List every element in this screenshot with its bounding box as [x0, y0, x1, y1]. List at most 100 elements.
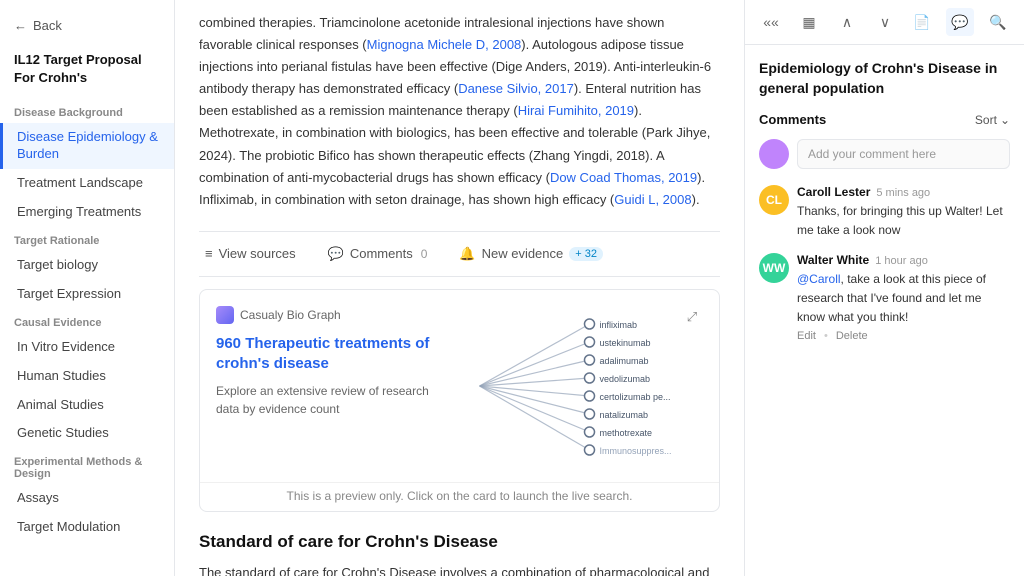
sidebar-item-disease-epidemiology[interactable]: Disease Epidemiology & Burden: [0, 123, 174, 169]
bio-graph-title: 960 Therapeutic treatments of crohn's di…: [216, 334, 440, 375]
svg-text:Immunosuppres...: Immunosuppres...: [600, 446, 672, 456]
comments-section-label: Comments: [759, 112, 826, 127]
link-danese[interactable]: Danese Silvio, 2017: [458, 81, 574, 96]
sources-icon: ≡: [205, 246, 213, 261]
sort-label: Sort: [975, 113, 997, 127]
sidebar-section-causal-evidence: Causal Evidence: [0, 309, 174, 333]
chat-icon[interactable]: 💬: [946, 8, 974, 36]
walter-author: Walter White: [797, 253, 869, 267]
sidebar-section-experimental: Experimental Methods & Design: [0, 448, 174, 484]
sidebar: ← Back IL12 Target Proposal For Crohn's …: [0, 0, 175, 576]
view-sources-label: View sources: [219, 246, 296, 261]
sort-chevron-icon: ⌄: [1000, 113, 1010, 127]
new-evidence-label: New evidence: [482, 246, 564, 261]
sidebar-item-genetic-studies[interactable]: Genetic Studies: [0, 419, 174, 448]
toolbar-icons-right: 📄 💬 🔍: [908, 8, 1012, 36]
svg-text:natalizumab: natalizumab: [600, 410, 649, 420]
sidebar-item-treatment-landscape[interactable]: Treatment Landscape: [0, 169, 174, 198]
sidebar-item-human-studies[interactable]: Human Studies: [0, 362, 174, 391]
sidebar-item-in-vitro[interactable]: In Vitro Evidence: [0, 333, 174, 362]
walter-avatar-initials: WW: [763, 261, 786, 275]
comment-item-caroll: CL Caroll Lester 5 mins ago Thanks, for …: [759, 185, 1010, 239]
comment-bubble-icon: 💬: [328, 246, 344, 262]
body-text-1: combined therapies. Triamcinolone aceton…: [199, 0, 720, 223]
walter-avatar: WW: [759, 253, 789, 283]
link-hirai[interactable]: Hirai Fumihito, 2019: [518, 103, 634, 118]
delete-comment-button[interactable]: Delete: [836, 330, 868, 342]
sidebar-item-target-expression[interactable]: Target Expression: [0, 280, 174, 309]
caroll-comment-text: Thanks, for bringing this up Walter! Let…: [797, 202, 1010, 239]
comment-input[interactable]: Add your comment here: [797, 139, 1010, 169]
walter-mention: @Caroll: [797, 272, 841, 286]
caroll-author: Caroll Lester: [797, 185, 870, 199]
sidebar-title: IL12 Target Proposal For Crohn's: [0, 47, 174, 99]
right-panel-title: Epidemiology of Crohn's Disease in gener…: [759, 59, 1010, 98]
walter-comment-actions: Edit • Delete: [797, 330, 1010, 342]
svg-text:certolizumab pe...: certolizumab pe...: [600, 392, 671, 402]
comments-button[interactable]: 💬 Comments 0: [322, 242, 434, 266]
svg-text:ustekinumab: ustekinumab: [600, 338, 651, 348]
svg-text:adalimumab: adalimumab: [600, 356, 649, 366]
comment-item-walter: WW Walter White 1 hour ago @Caroll, take…: [759, 253, 1010, 342]
right-panel: «« ▦ ∧ ∨ 📄 💬 🔍 Epidemiology of Crohn's D…: [744, 0, 1024, 576]
search-icon[interactable]: 🔍: [984, 8, 1012, 36]
sidebar-item-target-biology[interactable]: Target biology: [0, 251, 174, 280]
funnel-chart: infliximab ustekinumab adalimumab vedoli…: [456, 306, 703, 466]
caroll-avatar: CL: [759, 185, 789, 215]
back-arrow-icon: ←: [14, 18, 27, 33]
sidebar-item-target-modulation[interactable]: Target Modulation: [0, 513, 174, 542]
document-icon[interactable]: 📄: [908, 8, 936, 36]
new-evidence-button[interactable]: 🔔 New evidence + 32: [453, 242, 609, 266]
bio-graph-logo-text: Casualy Bio Graph: [240, 308, 341, 322]
action-bar: ≡ View sources 💬 Comments 0 🔔 New eviden…: [199, 231, 720, 277]
svg-text:vedolizumab: vedolizumab: [600, 374, 651, 384]
walter-comment-body: Walter White 1 hour ago @Caroll, take a …: [797, 253, 1010, 342]
sort-button[interactable]: Sort ⌄: [975, 113, 1010, 127]
standard-of-care-text: The standard of care for Crohn's Disease…: [199, 562, 720, 576]
chevron-up-icon[interactable]: ∧: [833, 8, 861, 36]
right-toolbar: «« ▦ ∧ ∨ 📄 💬 🔍: [745, 0, 1024, 45]
caroll-avatar-initials: CL: [766, 193, 782, 207]
comments-header: Comments Sort ⌄: [759, 112, 1010, 127]
bio-graph-description: Explore an extensive review of research …: [216, 382, 440, 418]
view-sources-button[interactable]: ≡ View sources: [199, 242, 302, 265]
sidebar-item-animal-studies[interactable]: Animal Studies: [0, 391, 174, 420]
bio-graph-card[interactable]: Casualy Bio Graph 960 Therapeutic treatm…: [199, 289, 720, 512]
caroll-comment-meta: Caroll Lester 5 mins ago: [797, 185, 1010, 199]
back-button[interactable]: ← Back: [0, 12, 174, 39]
walter-comment-time: 1 hour ago: [875, 255, 928, 267]
link-mignogna[interactable]: Mignogna Michele D, 2008: [367, 37, 522, 52]
bio-graph-visualization: ⤢: [456, 306, 703, 466]
comment-input-row: Add your comment here: [759, 139, 1010, 169]
sidebar-section-target-rationale: Target Rationale: [0, 227, 174, 251]
right-content: Epidemiology of Crohn's Disease in gener…: [745, 45, 1024, 576]
sidebar-item-emerging-treatments[interactable]: Emerging Treatments: [0, 198, 174, 227]
action-separator: •: [824, 330, 828, 342]
walter-comment-meta: Walter White 1 hour ago: [797, 253, 1010, 267]
sidebar-item-assays[interactable]: Assays: [0, 484, 174, 513]
chevron-down-icon[interactable]: ∨: [871, 8, 899, 36]
svg-text:methotrexate: methotrexate: [600, 428, 653, 438]
columns-icon[interactable]: ▦: [795, 8, 823, 36]
new-evidence-badge: + 32: [569, 247, 603, 261]
expand-icon[interactable]: ⤢: [681, 306, 703, 328]
bio-graph-logo: Casualy Bio Graph: [216, 306, 440, 324]
standard-of-care-heading: Standard of care for Crohn's Disease: [199, 532, 720, 552]
edit-comment-button[interactable]: Edit: [797, 330, 816, 342]
sidebar-section-disease-background: Disease Background: [0, 99, 174, 123]
comments-count-badge: 0: [421, 247, 428, 261]
bell-icon: 🔔: [459, 246, 475, 262]
svg-text:infliximab: infliximab: [600, 320, 638, 330]
back-label: Back: [33, 18, 62, 33]
caroll-comment-time: 5 mins ago: [876, 187, 930, 199]
bio-graph-info: Casualy Bio Graph 960 Therapeutic treatm…: [216, 306, 456, 466]
comments-label: Comments: [350, 246, 413, 261]
caroll-comment-body: Caroll Lester 5 mins ago Thanks, for bri…: [797, 185, 1010, 239]
casualy-logo-icon: [216, 306, 234, 324]
walter-comment-text: @Caroll, take a look at this piece of re…: [797, 270, 1010, 326]
collapse-sidebar-icon[interactable]: ««: [757, 8, 785, 36]
main-content: combined therapies. Triamcinolone aceton…: [175, 0, 744, 576]
link-guidi[interactable]: Guidi L, 2008: [614, 192, 691, 207]
current-user-avatar: [759, 139, 789, 169]
link-dow[interactable]: Dow Coad Thomas, 2019: [550, 170, 697, 185]
